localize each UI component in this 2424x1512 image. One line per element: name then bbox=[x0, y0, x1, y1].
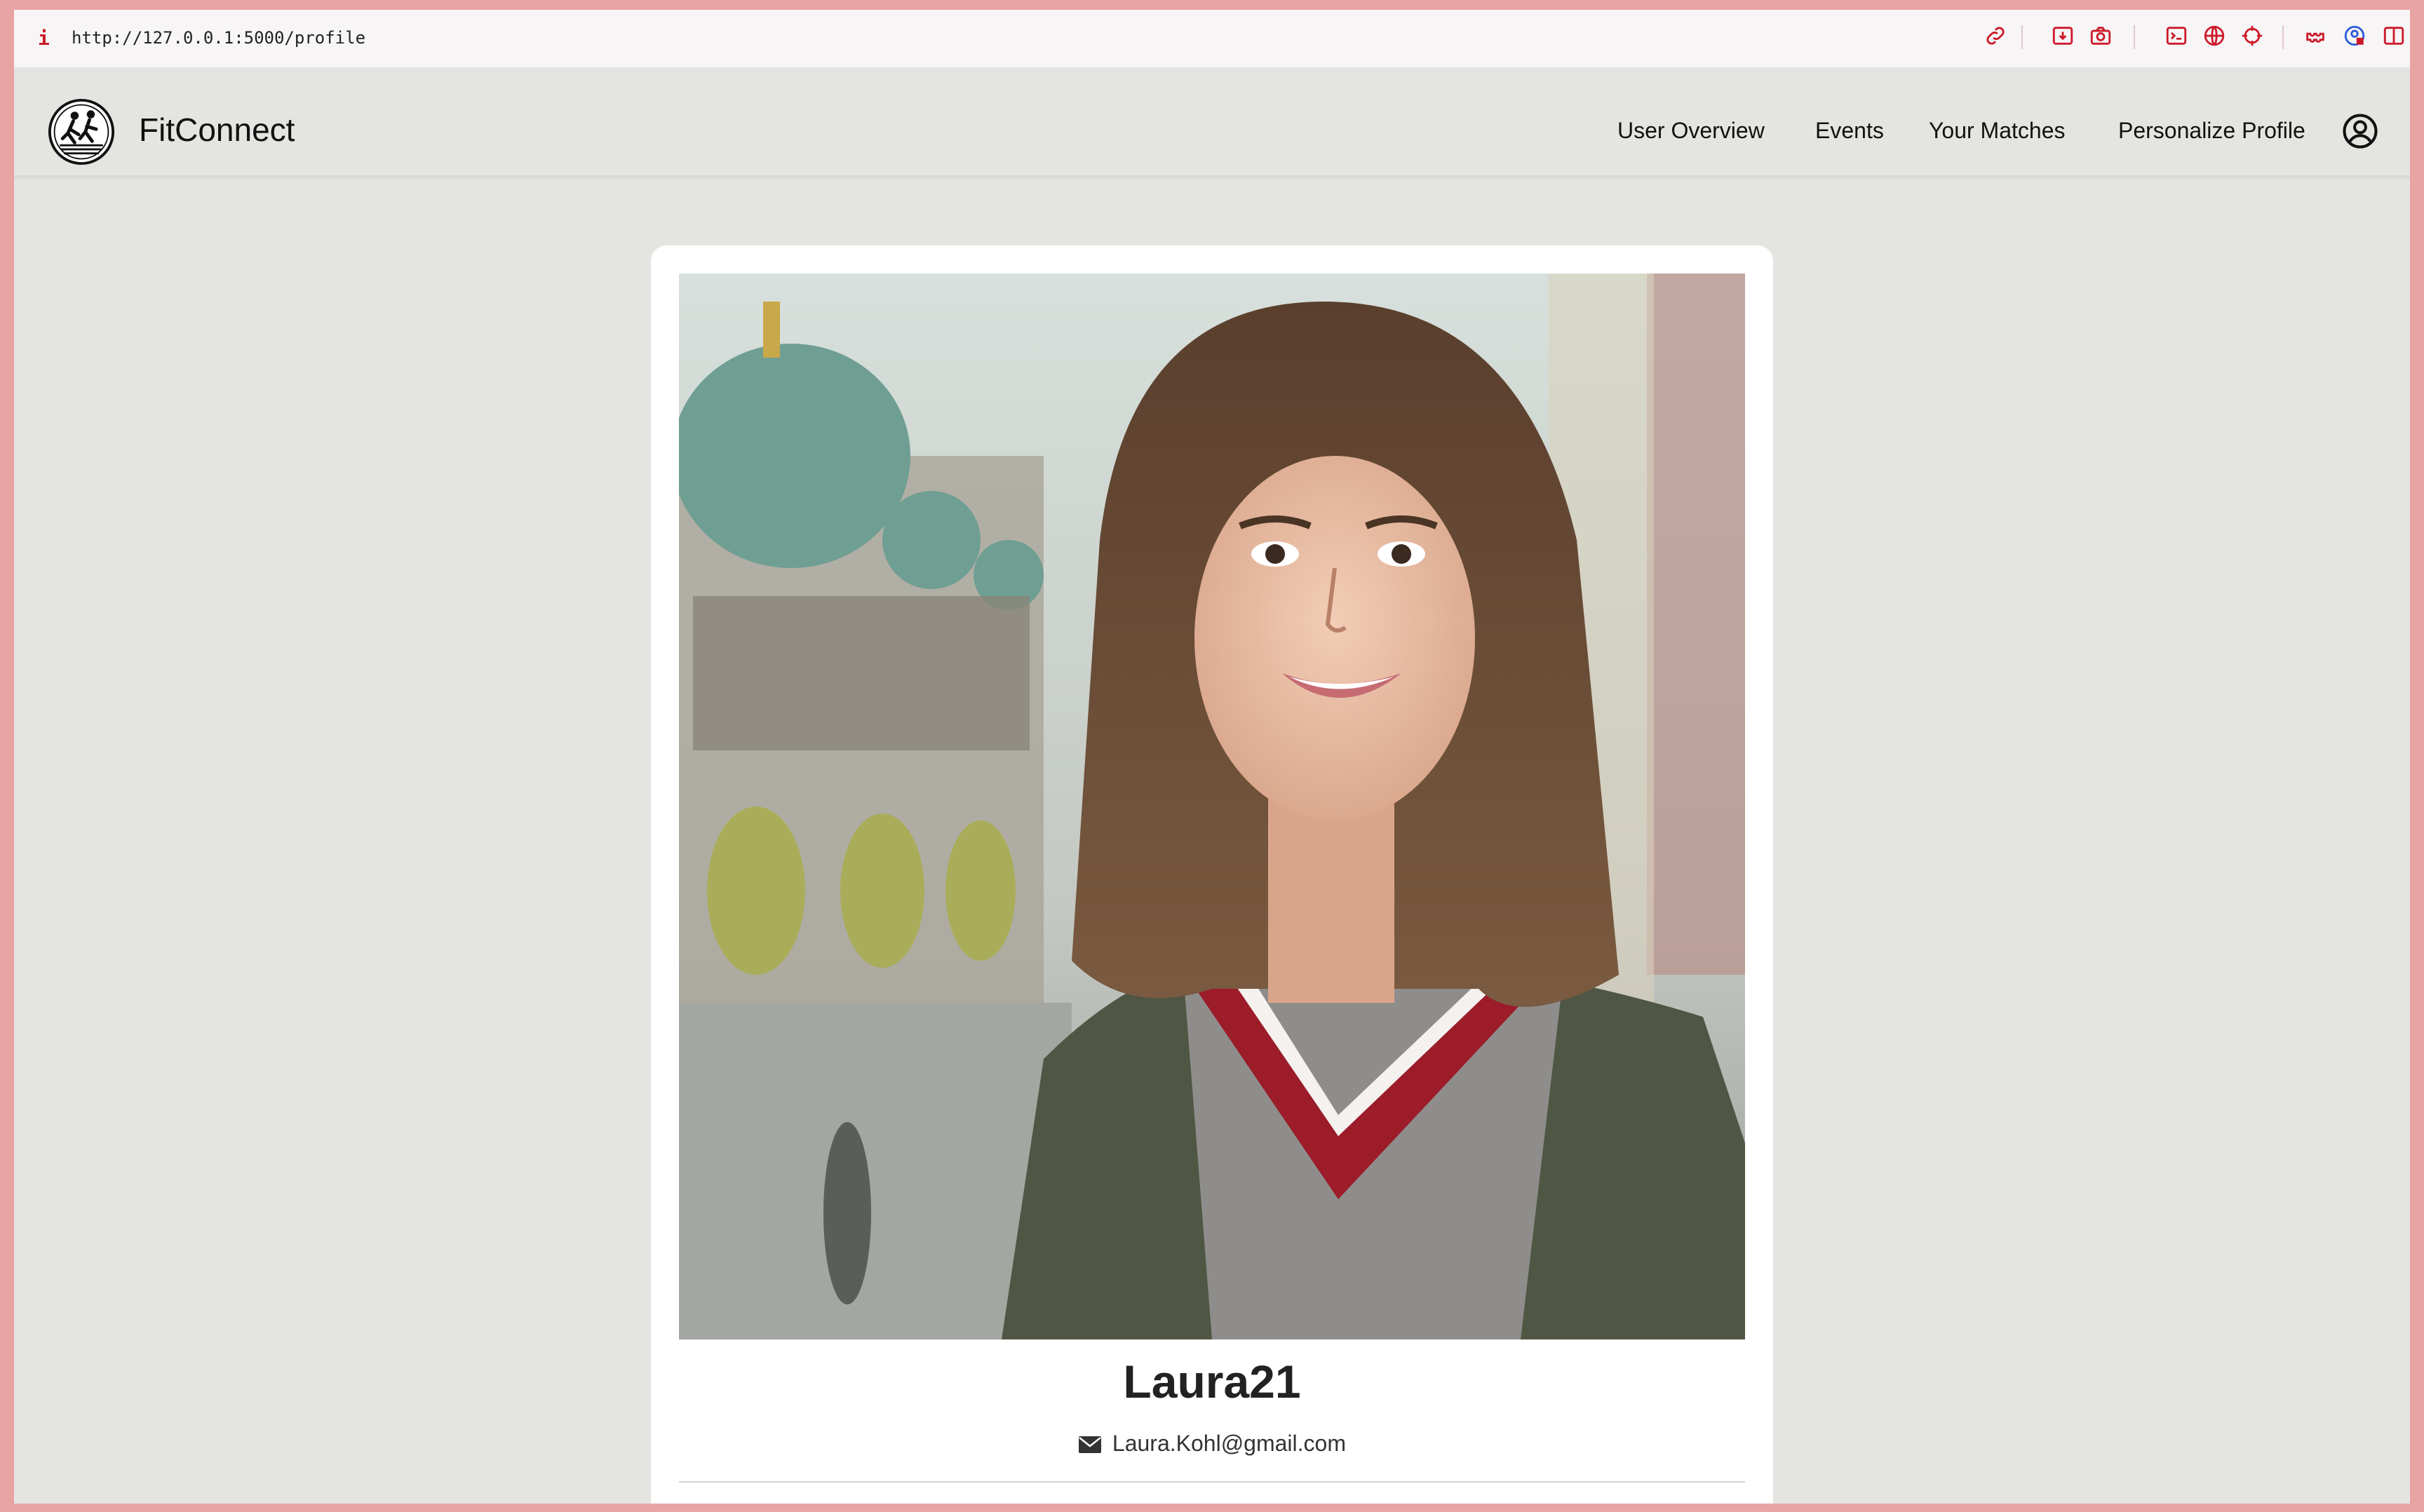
brand-name[interactable]: FitConnect bbox=[139, 111, 295, 149]
nav-your-matches[interactable]: Your Matches bbox=[1929, 118, 2065, 144]
toolbar-separator bbox=[2021, 25, 2023, 49]
profile-card: Laura21 Laura.Kohl@gmail.com bbox=[651, 245, 1773, 1504]
terminal-icon[interactable] bbox=[2164, 24, 2188, 48]
site-header: FitConnect User Overview Events Your Mat… bbox=[14, 69, 2410, 177]
extension-icon[interactable] bbox=[2303, 24, 2327, 48]
profile-email-row: Laura.Kohl@gmail.com bbox=[651, 1431, 1773, 1457]
camera-icon[interactable] bbox=[2089, 24, 2113, 48]
card-divider bbox=[679, 1481, 1745, 1483]
download-icon[interactable] bbox=[2051, 24, 2075, 48]
site-info-icon[interactable]: i bbox=[38, 27, 50, 50]
link-icon[interactable] bbox=[1984, 24, 2007, 48]
crosshair-icon[interactable] bbox=[2240, 24, 2264, 48]
sidebar-icon[interactable] bbox=[2382, 24, 2406, 48]
account-icon[interactable] bbox=[2343, 24, 2366, 48]
envelope-icon bbox=[1079, 1436, 1102, 1453]
browser-toolbar: i http://127.0.0.1:5000/profile bbox=[14, 10, 2410, 69]
address-bar[interactable]: http://127.0.0.1:5000/profile bbox=[72, 28, 365, 48]
user-circle-icon[interactable] bbox=[2341, 112, 2379, 150]
profile-email: Laura.Kohl@gmail.com bbox=[1112, 1431, 1346, 1456]
profile-username: Laura21 bbox=[1123, 1356, 1301, 1408]
toolbar-separator bbox=[2134, 25, 2135, 49]
profile-photo bbox=[679, 274, 1745, 1339]
nav-events[interactable]: Events bbox=[1815, 118, 1884, 144]
browser-window: i http://127.0.0.1:5000/profile FitConne… bbox=[14, 10, 2410, 1504]
nav-user-overview[interactable]: User Overview bbox=[1617, 118, 1765, 144]
globe-icon[interactable] bbox=[2202, 24, 2226, 48]
toolbar-separator bbox=[2282, 25, 2284, 49]
fitconnect-logo[interactable] bbox=[48, 98, 115, 166]
nav-personalize-profile[interactable]: Personalize Profile bbox=[2118, 118, 2305, 144]
